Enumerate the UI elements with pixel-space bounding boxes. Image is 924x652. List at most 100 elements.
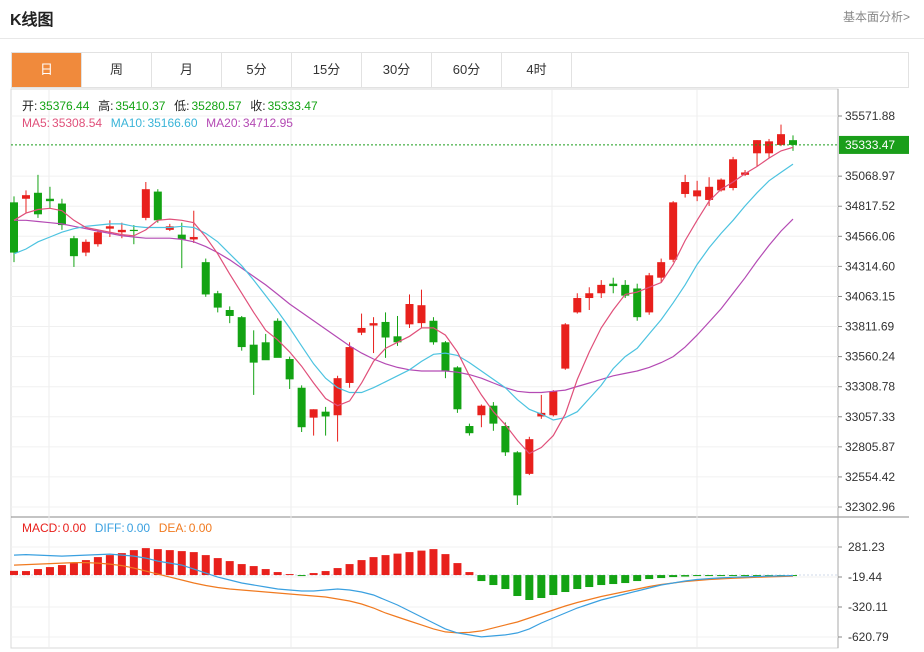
macd-bar — [693, 575, 702, 577]
price-tick-label: 32302.96 — [845, 500, 895, 514]
candle-body — [129, 229, 138, 232]
macd-bar — [309, 573, 318, 576]
candle-body — [573, 298, 582, 313]
macd-tick-label: -19.44 — [848, 570, 882, 584]
candle-body — [417, 305, 426, 324]
candle-body — [81, 241, 90, 253]
price-tick-label: 33560.24 — [845, 350, 895, 364]
close-label: 收: — [250, 99, 266, 113]
candle-body — [261, 342, 270, 361]
price-tick-label: 34817.52 — [845, 199, 895, 213]
candle-body — [657, 262, 666, 278]
ma5-label: MA5: — [22, 116, 51, 130]
macd-bar — [225, 561, 234, 576]
macd-bar — [57, 565, 66, 576]
candle-body — [153, 191, 162, 221]
candle-body — [429, 320, 438, 343]
macd-bar — [597, 575, 606, 586]
macd-bar — [441, 554, 450, 576]
candle-body — [381, 321, 390, 338]
candle-body — [369, 323, 378, 326]
ma20-label: MA20: — [206, 116, 241, 130]
ma5-line — [13, 146, 794, 455]
candle-body — [225, 309, 234, 316]
candle-body — [513, 452, 522, 496]
macd-bar — [429, 549, 438, 576]
close-value: 35333.47 — [267, 99, 318, 113]
low-label: 低: — [174, 99, 190, 113]
macd-bar — [297, 575, 306, 577]
candle-body — [45, 198, 54, 202]
candle-body — [501, 426, 510, 453]
macd-bar — [537, 575, 546, 599]
ma10-value: 35166.60 — [147, 116, 198, 130]
macd-bar — [585, 575, 594, 588]
candle-body — [10, 202, 18, 253]
macd-bar — [417, 550, 426, 576]
macd-value: 0.00 — [62, 521, 87, 535]
candle-body — [405, 304, 414, 325]
price-tick-label: 35068.97 — [845, 169, 895, 183]
macd-bar — [405, 552, 414, 576]
low-value: 35280.57 — [191, 99, 242, 113]
candle-body — [453, 367, 462, 410]
macd-bar — [465, 572, 474, 576]
macd-bar — [717, 575, 726, 577]
macd-bar — [357, 560, 366, 576]
candle-body — [249, 344, 258, 363]
ma5-value: 35308.54 — [52, 116, 103, 130]
macd-bar — [501, 575, 510, 590]
macd-label: MACD: — [22, 521, 61, 535]
macd-bar — [189, 552, 198, 576]
candle-body — [669, 202, 678, 260]
macd-bar — [729, 575, 738, 577]
price-tick-label: 34314.60 — [845, 259, 895, 273]
price-tick-label: 32805.87 — [845, 440, 895, 454]
candle-body — [117, 229, 126, 233]
macd-bar — [261, 569, 270, 576]
candle-body — [597, 284, 606, 294]
macd-tick-label: 281.23 — [848, 540, 885, 554]
macd-bar — [273, 572, 282, 576]
macd-bar — [369, 557, 378, 576]
macd-bar — [21, 571, 30, 576]
macd-bar — [477, 575, 486, 582]
macd-bar — [129, 550, 138, 576]
open-value: 35376.44 — [39, 99, 90, 113]
macd-bar — [681, 575, 690, 577]
last-price-label: 35333.47 — [845, 138, 895, 152]
candle-body — [753, 140, 762, 154]
macd-info: MACD: 0.00 DIFF: 0.00 DEA: 0.00 — [22, 521, 214, 535]
candle-body — [789, 140, 797, 145]
macd-bar — [345, 564, 354, 576]
price-tick-label: 33811.69 — [845, 320, 894, 334]
candle-body — [285, 359, 294, 380]
candle-body — [549, 391, 558, 416]
macd-bar — [321, 571, 330, 576]
macd-bar — [669, 575, 678, 578]
candle-body — [681, 182, 690, 194]
candle-body — [141, 189, 150, 218]
macd-bar — [237, 564, 246, 576]
candle-body — [525, 439, 534, 474]
candle-body — [21, 195, 30, 199]
candle-body — [201, 262, 210, 295]
high-value: 35410.37 — [115, 99, 166, 113]
macd-bar — [561, 575, 570, 593]
high-label: 高: — [98, 99, 114, 113]
macd-bar — [333, 568, 342, 576]
macd-bar — [705, 575, 714, 577]
diff-value: 0.00 — [126, 521, 151, 535]
dea-label: DEA: — [158, 521, 187, 535]
candle-body — [213, 293, 222, 308]
macd-bar — [633, 575, 642, 582]
macd-bar — [117, 553, 126, 576]
candle-body — [765, 141, 774, 154]
macd-bar — [285, 574, 294, 576]
macd-bar — [657, 575, 666, 579]
candle-body — [693, 190, 702, 197]
macd-bar — [741, 575, 750, 577]
candle-body — [237, 317, 246, 348]
macd-bar — [381, 555, 390, 576]
candle-body — [777, 134, 786, 145]
